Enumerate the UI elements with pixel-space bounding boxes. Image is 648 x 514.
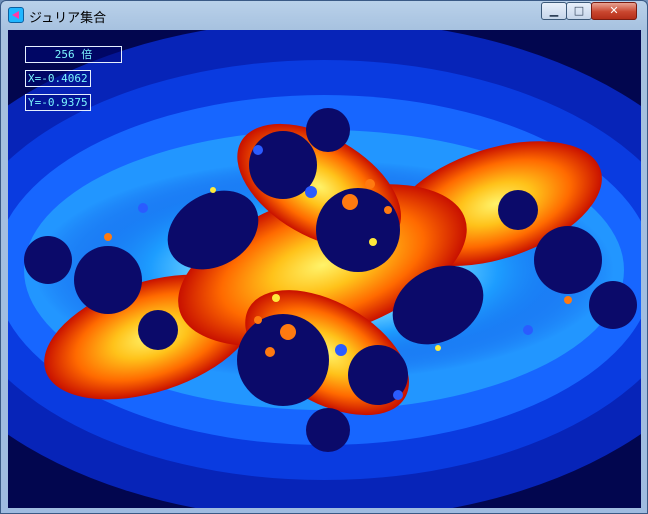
- y-coordinate-readout: Y=-0.9375: [25, 94, 91, 111]
- maximize-button[interactable]: □: [566, 2, 592, 20]
- window-title: ジュリア集合: [29, 11, 107, 26]
- close-button[interactable]: ✕: [591, 2, 637, 20]
- minimize-button[interactable]: ▁: [541, 2, 567, 20]
- x-coordinate-readout: X=-0.4062: [25, 70, 91, 87]
- fractal-canvas-area[interactable]: 256 倍 X=-0.4062 Y=-0.9375: [8, 30, 641, 508]
- title-bar[interactable]: ジュリア集合 ▁ □ ✕: [1, 1, 647, 29]
- julia-set-image[interactable]: [8, 30, 641, 508]
- zoom-readout: 256 倍: [25, 46, 122, 63]
- app-icon[interactable]: [8, 7, 24, 23]
- app-window: ジュリア集合 ▁ □ ✕ 256 倍 X=-0.4062 Y=-0.9375: [0, 0, 648, 514]
